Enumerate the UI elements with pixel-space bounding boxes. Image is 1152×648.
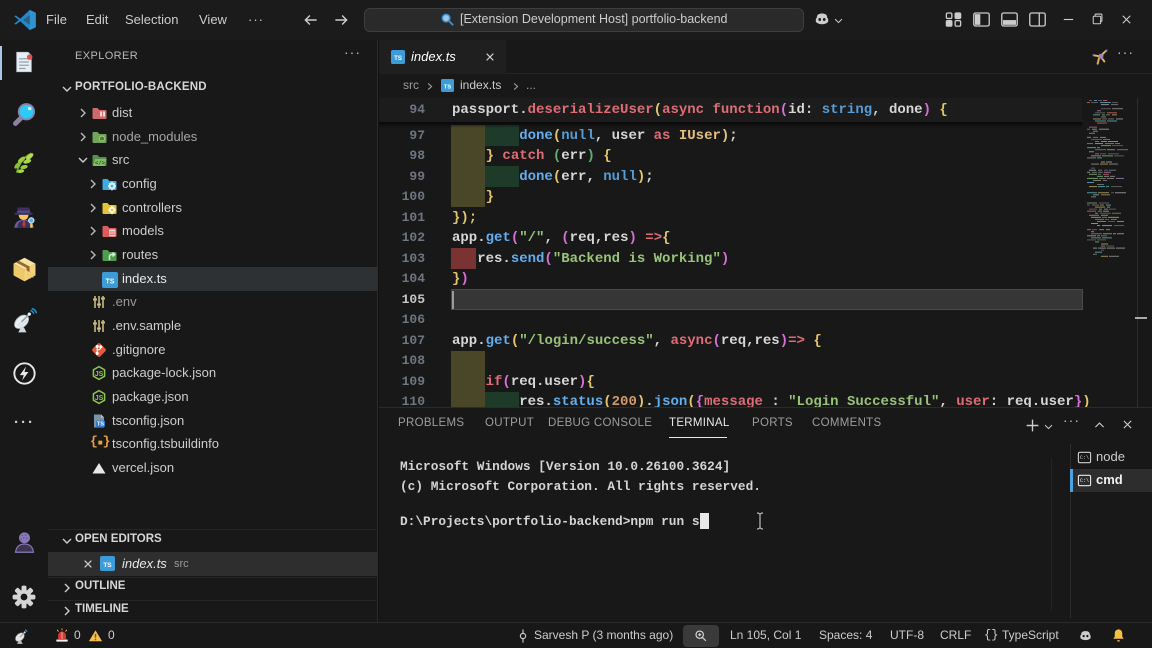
svg-text:C:\: C:\ <box>1080 455 1089 461</box>
svg-text:C:\: C:\ <box>1080 478 1089 484</box>
svg-text:</>: </> <box>95 160 106 167</box>
svg-text:TS: TS <box>394 55 402 62</box>
svg-text:TS: TS <box>106 278 115 285</box>
svg-text:JS: JS <box>95 395 104 402</box>
svg-text:TS: TS <box>444 84 451 90</box>
svg-text:JS: JS <box>95 371 104 378</box>
svg-text:TS: TS <box>97 422 104 428</box>
svg-text:TS: TS <box>103 562 112 569</box>
